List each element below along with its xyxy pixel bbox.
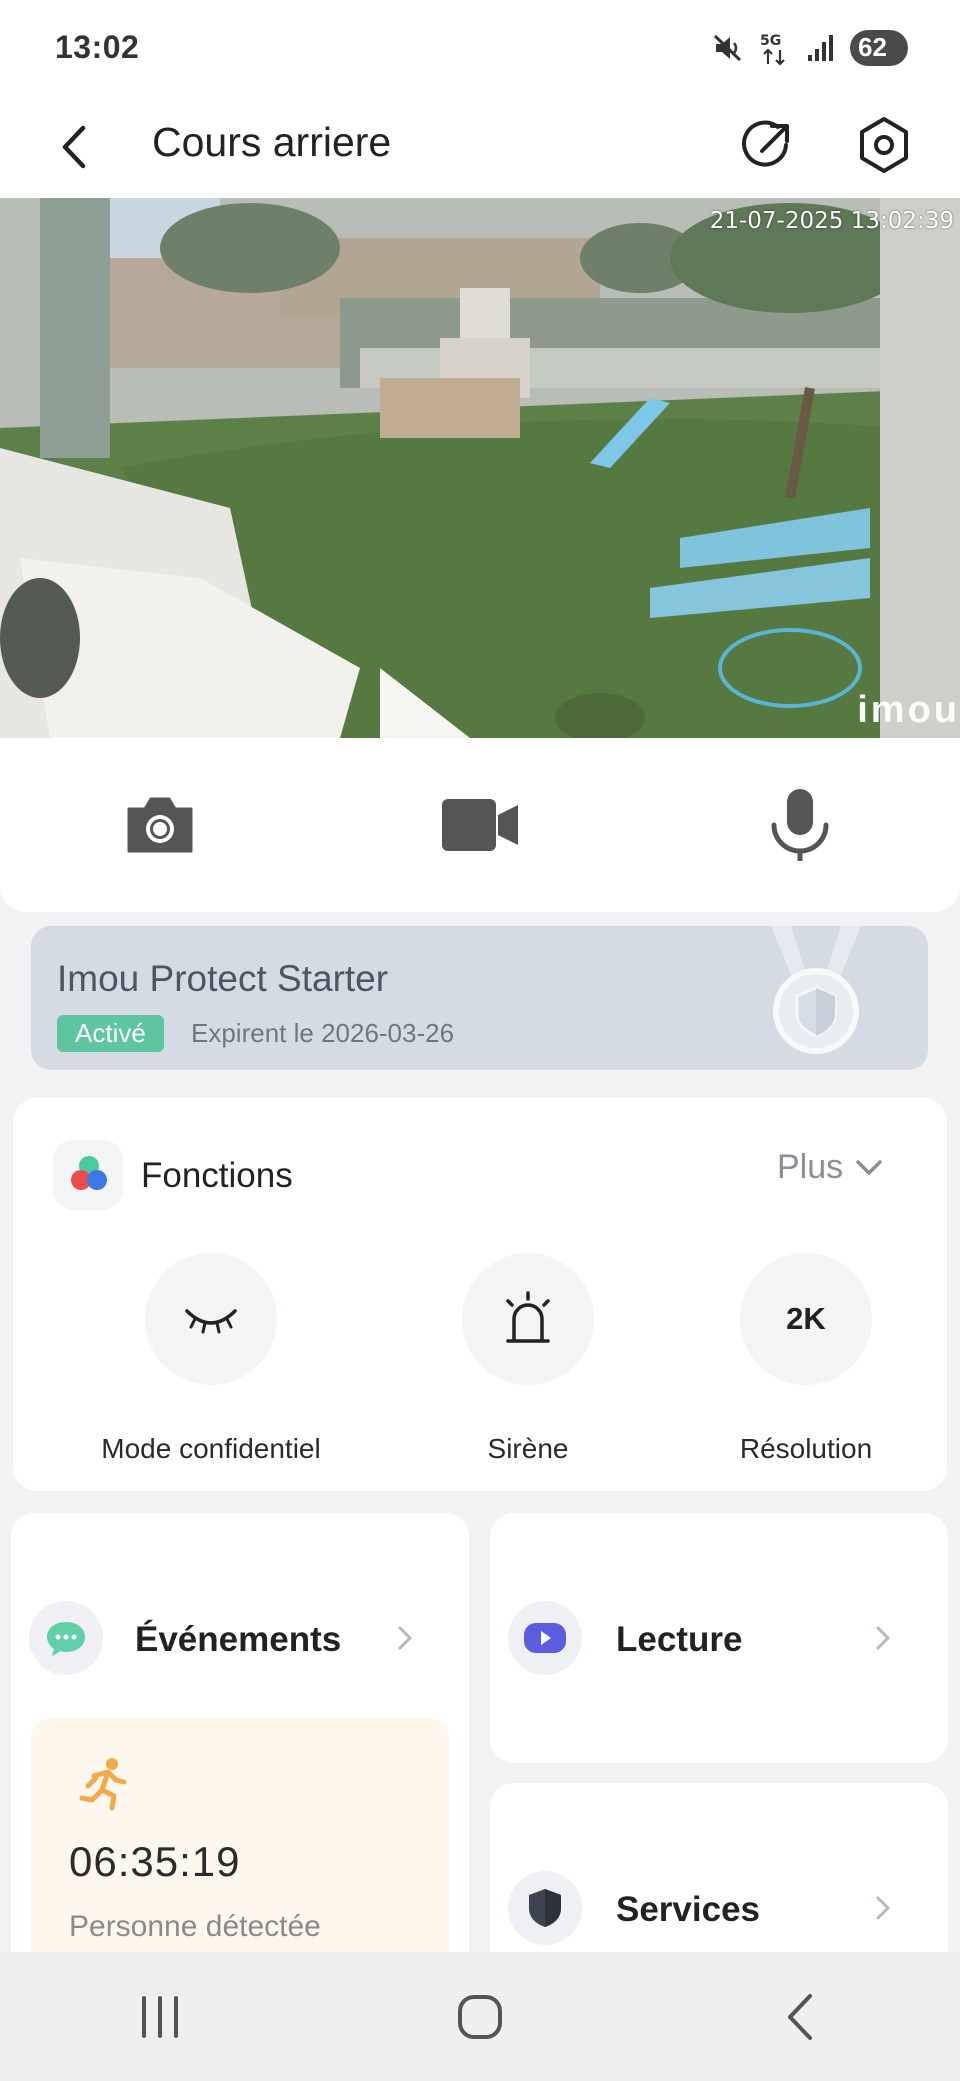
playback-card[interactable]: Lecture — [490, 1513, 948, 1763]
plan-name: Imou Protect Starter — [57, 958, 389, 999]
system-back-button[interactable] — [755, 1977, 845, 2057]
snapshot-button[interactable] — [115, 780, 205, 870]
chevron-left-icon — [788, 1993, 812, 2040]
privacy-mode-icon-wrap — [145, 1253, 277, 1385]
siren-label: Sirène — [487, 1433, 569, 1464]
subscription-plan-card[interactable]: Imou Protect Starter Activé Expirent le … — [31, 926, 928, 1070]
app-header: Cours arriere — [0, 95, 960, 198]
hexagon-settings-icon — [860, 117, 908, 173]
microphone-icon — [771, 789, 829, 861]
feed-timestamp: 21-07-2025 13:02:39 — [709, 208, 954, 234]
recent-apps-icon — [142, 1995, 178, 2038]
events-label: Événements — [135, 1620, 342, 1659]
status-time: 13:02 — [55, 29, 140, 65]
siren-icon — [506, 1291, 550, 1343]
functions-icon-wrap — [53, 1140, 123, 1210]
more-label: Plus — [777, 1148, 844, 1186]
camera-icon — [127, 797, 193, 853]
page-title: Cours arriere — [152, 119, 392, 165]
privacy-mode-button[interactable]: Mode confidentiel — [91, 1253, 331, 1464]
shield-medal-icon — [771, 926, 861, 1054]
status-icons: 5G 62 — [712, 29, 916, 66]
functions-card: Fonctions Plus Mode confidentiel Sirène … — [13, 1098, 947, 1491]
resolution-icon-wrap: 2K — [740, 1253, 872, 1385]
record-button[interactable] — [435, 780, 525, 870]
siren-button[interactable]: Sirène — [408, 1253, 648, 1464]
color-dots-icon — [71, 1156, 107, 1190]
plan-expiry: Expirent le 2026-03-26 — [191, 1018, 455, 1048]
privacy-mode-label: Mode confidentiel — [101, 1433, 321, 1464]
talk-button[interactable] — [755, 780, 845, 870]
network-5g-icon: 5G — [760, 33, 785, 66]
siren-icon-wrap — [462, 1253, 594, 1385]
chevron-right-icon — [398, 1626, 412, 1650]
chevron-right-icon — [876, 1896, 890, 1920]
recent-apps-button[interactable] — [115, 1977, 205, 2057]
svg-text:5G: 5G — [760, 33, 781, 49]
camera-controls — [0, 738, 960, 912]
system-navigation-bar — [0, 1952, 960, 2081]
chat-bubble-icon — [47, 1622, 85, 1656]
home-button[interactable] — [435, 1977, 525, 2057]
resolution-button[interactable]: 2K Résolution — [686, 1253, 926, 1464]
shield-icon — [529, 1889, 561, 1927]
imou-watermark: imou — [857, 689, 960, 731]
battery-indicator: 62 — [850, 29, 916, 66]
signal-icon — [808, 34, 833, 61]
camera-scene-image — [0, 198, 960, 738]
services-label: Services — [616, 1890, 761, 1929]
playback-label: Lecture — [616, 1620, 743, 1659]
event-type: Personne détectée — [69, 1910, 321, 1943]
closed-eye-icon — [185, 1309, 237, 1334]
status-bar: 13:02 5G 62 — [0, 0, 960, 95]
chevron-down-icon — [856, 1159, 882, 1175]
resolution-icon: 2K — [786, 1301, 826, 1336]
mute-icon — [713, 34, 742, 61]
running-person-icon — [79, 1758, 127, 1811]
events-icon-wrap — [29, 1601, 103, 1675]
resolution-label: Résolution — [739, 1433, 873, 1464]
back-button[interactable] — [55, 117, 115, 177]
video-record-icon — [442, 799, 518, 851]
chevron-left-icon — [62, 125, 86, 169]
plan-status-badge: Activé — [57, 1015, 164, 1052]
share-icon — [742, 120, 789, 167]
share-button[interactable] — [738, 115, 798, 175]
home-icon — [458, 1994, 502, 2039]
playback-icon-wrap — [508, 1601, 582, 1675]
play-icon — [524, 1623, 566, 1653]
chevron-right-icon — [876, 1626, 890, 1650]
camera-live-feed[interactable]: 21-07-2025 13:02:39 imou — [0, 198, 960, 738]
event-time: 06:35:19 — [69, 1838, 241, 1885]
services-icon-wrap — [508, 1871, 582, 1945]
functions-title: Fonctions — [141, 1156, 293, 1195]
functions-more-button[interactable]: Plus — [777, 1148, 883, 1187]
settings-button[interactable] — [854, 113, 914, 177]
